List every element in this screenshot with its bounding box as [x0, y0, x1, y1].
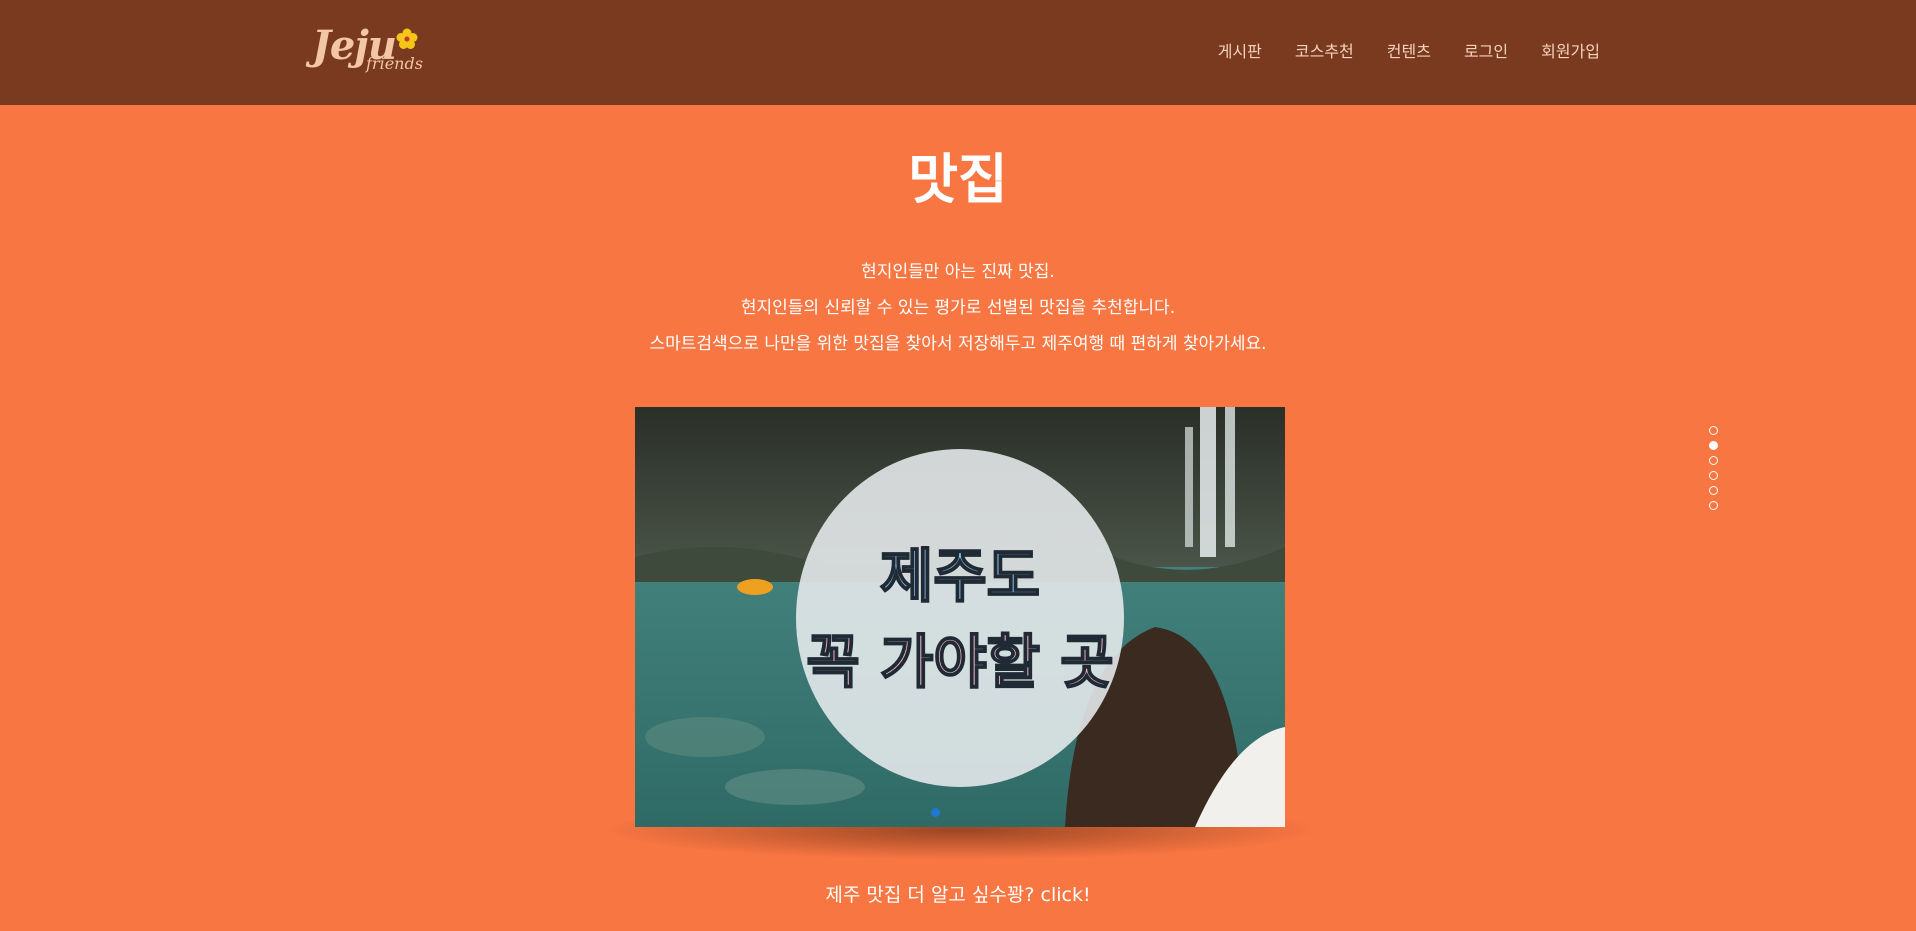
- description-line: 스마트검색으로 나만을 위한 맛집을 찾아서 저장해두고 제주여행 때 편하게 …: [649, 334, 1267, 354]
- jeju-friends-logo[interactable]: Jeju friends: [310, 22, 425, 78]
- more-restaurants-link[interactable]: 제주 맛집 더 알고 싶수꽝? click!: [0, 880, 1916, 907]
- side-dot-active[interactable]: [1709, 441, 1718, 450]
- side-page-indicator: [1709, 426, 1719, 516]
- logo-sub-text: friends: [366, 54, 423, 73]
- description-line: 현지인들의 신뢰할 수 있는 평가로 선별된 맛집을 추천합니다.: [740, 298, 1176, 318]
- side-dot[interactable]: [1709, 486, 1718, 495]
- slider-pagination-dot[interactable]: [931, 808, 940, 817]
- image-slider[interactable]: 제주도 꼭 가야할 곳: [635, 407, 1285, 827]
- nav-course-recommendation[interactable]: 코스추천: [1295, 38, 1354, 62]
- site-header: Jeju friends 게시판 코스추천 컨텐츠 로그인 회원가입: [0, 0, 1916, 105]
- side-dot[interactable]: [1709, 471, 1718, 480]
- section-title: 맛집: [908, 148, 1008, 211]
- side-dot[interactable]: [1709, 501, 1718, 510]
- main-nav: 게시판 코스추천 컨텐츠 로그인 회원가입: [1218, 38, 1600, 62]
- nav-board[interactable]: 게시판: [1218, 38, 1262, 62]
- nav-login[interactable]: 로그인: [1464, 38, 1508, 62]
- slide-headline-1: 제주도: [879, 541, 1041, 611]
- side-dot[interactable]: [1709, 426, 1718, 435]
- section-description: 현지인들만 아는 진짜 맛집. 현지인들의 신뢰할 수 있는 평가로 선별된 맛…: [0, 254, 1916, 362]
- description-line: 현지인들만 아는 진짜 맛집.: [861, 262, 1055, 282]
- side-dot[interactable]: [1709, 456, 1718, 465]
- hibiscus-icon: [396, 28, 418, 49]
- nav-signup[interactable]: 회원가입: [1541, 38, 1600, 62]
- slide-headline-2: 꼭 가야할 곳: [805, 627, 1114, 697]
- nav-contents[interactable]: 컨텐츠: [1387, 38, 1431, 62]
